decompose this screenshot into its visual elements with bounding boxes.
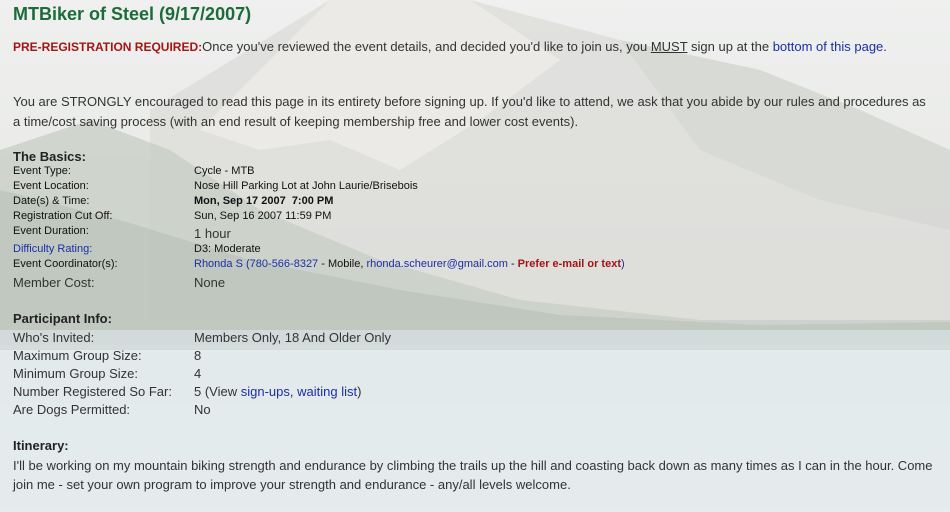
- value-cutoff: Sun, Sep 16 2007 11:59 PM: [194, 210, 332, 222]
- preregistration-notice: PRE-REGISTRATION REQUIRED:Once you've re…: [13, 37, 923, 57]
- value-member-cost: None: [194, 275, 226, 290]
- basics-heading: The Basics:: [13, 149, 86, 164]
- signups-link[interactable]: sign-ups: [241, 384, 290, 399]
- value-coordinator: Rhonda S (780-566-8327 - Mobile, rhonda.…: [194, 258, 625, 270]
- waiting-list-link[interactable]: waiting list: [297, 384, 357, 399]
- label-invited: Who's Invited:: [13, 330, 95, 345]
- label-dogs: Are Dogs Permitted:: [13, 402, 131, 417]
- label-member-cost: Member Cost:: [13, 275, 95, 290]
- coordinator-mobile-text: - Mobile,: [318, 258, 367, 270]
- label-event-type: Event Type:: [13, 165, 71, 177]
- label-cutoff: Registration Cut Off:: [13, 210, 113, 222]
- coordinator-phone-link[interactable]: 780-566-8327: [250, 258, 319, 270]
- coordinator-email-link[interactable]: rhonda.scheurer@gmail.com: [366, 258, 507, 270]
- prereg-text-2: sign up at the: [687, 39, 773, 54]
- coordinator-name-link[interactable]: Rhonda S: [194, 258, 243, 270]
- value-dates: Mon, Sep 17 2007 7:00 PM: [194, 195, 334, 207]
- value-difficulty: D3: Moderate: [194, 243, 261, 255]
- label-event-location: Event Location:: [13, 180, 89, 192]
- value-invited: Members Only, 18 And Older Only: [194, 330, 392, 345]
- prereg-end: .: [883, 39, 887, 54]
- registered-count: 5 (View: [194, 384, 241, 399]
- itinerary-heading: Itinerary:: [13, 438, 69, 453]
- scenic-background: [0, 0, 950, 512]
- value-registered: 5 (View sign-ups, waiting list): [194, 384, 361, 399]
- coordinator-close-paren: ): [621, 258, 625, 270]
- value-event-location: Nose Hill Parking Lot at John Laurie/Bri…: [194, 180, 418, 192]
- label-registered: Number Registered So Far:: [13, 384, 172, 399]
- bottom-of-page-link[interactable]: bottom of this page: [773, 39, 884, 54]
- value-event-type: Cycle - MTB: [194, 165, 255, 177]
- value-min-group: 4: [194, 366, 202, 381]
- prereg-label: PRE-REGISTRATION REQUIRED:: [13, 40, 203, 54]
- registered-close-paren: ): [357, 384, 362, 399]
- label-max-group: Maximum Group Size:: [13, 348, 142, 363]
- itinerary-text: I'll be working on my mountain biking st…: [13, 458, 933, 492]
- rules-notice: You are STRONGLY encouraged to read this…: [13, 94, 926, 129]
- value-max-group: 8: [194, 348, 202, 363]
- label-duration: Event Duration:: [13, 225, 89, 237]
- coordinator-dash: -: [507, 258, 518, 270]
- value-dogs: No: [194, 402, 211, 417]
- prereg-text: Once you've reviewed the event details, …: [202, 39, 651, 54]
- label-min-group: Minimum Group Size:: [13, 366, 138, 381]
- coordinator-paren: (: [242, 258, 250, 270]
- value-duration: 1 hour: [194, 226, 231, 241]
- label-coordinator: Event Coordinator(s):: [13, 258, 118, 270]
- participant-heading: Participant Info:: [13, 311, 112, 326]
- difficulty-rating-link[interactable]: Difficulty Rating:: [13, 243, 92, 255]
- page-title: MTBiker of Steel (9/17/2007): [13, 4, 252, 24]
- coordinator-preference: Prefer e-mail or text: [517, 258, 621, 270]
- label-dates: Date(s) & Time:: [13, 195, 90, 207]
- must-text: MUST: [650, 39, 688, 54]
